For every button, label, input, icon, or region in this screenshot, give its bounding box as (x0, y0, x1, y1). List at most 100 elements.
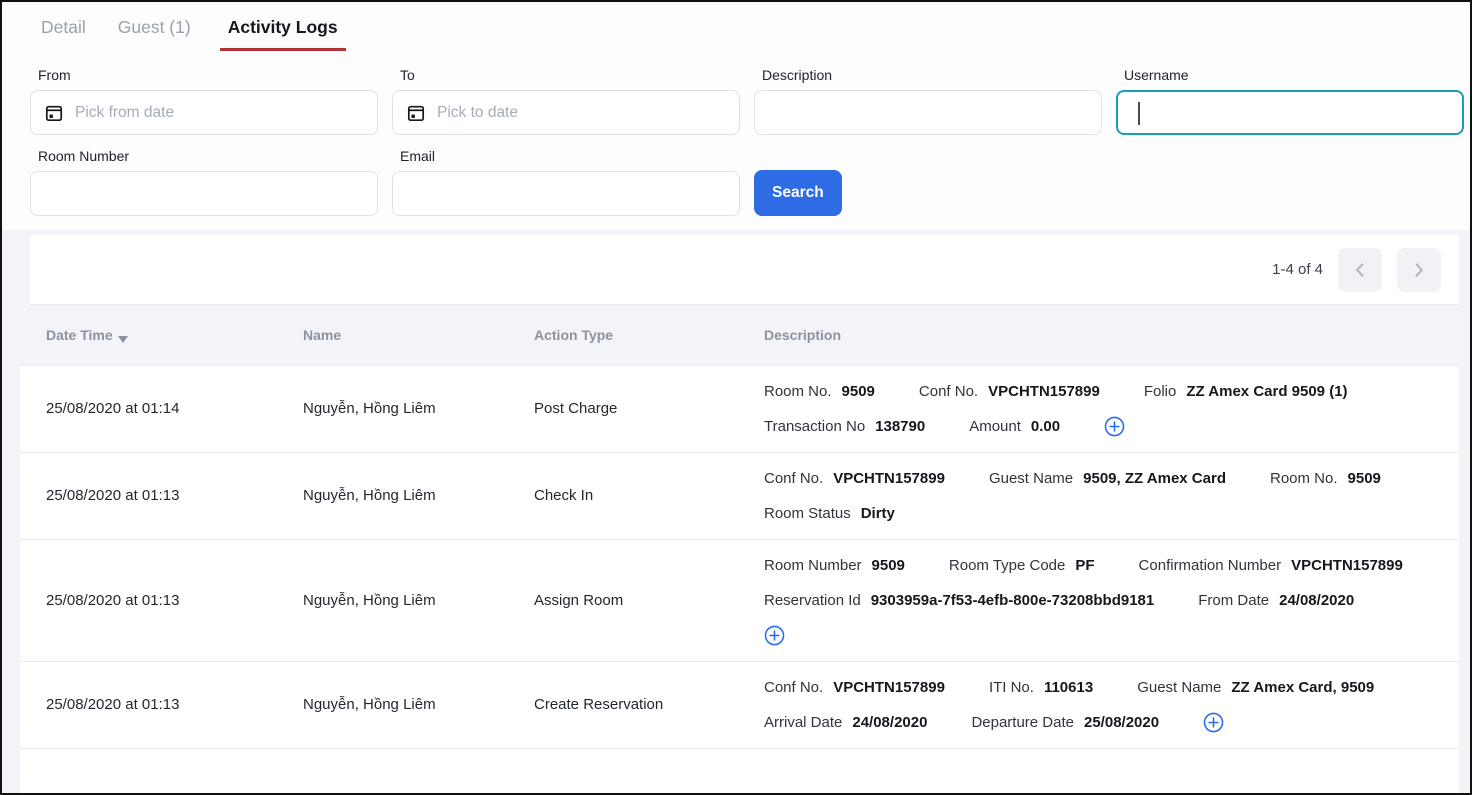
description-field: Room No. 9509 (764, 382, 875, 402)
prev-page-button[interactable] (1338, 248, 1382, 292)
table-row: 25/08/2020 at 01:13 Nguyễn, Hồng Liêm As… (20, 540, 1459, 662)
from-date-input[interactable] (30, 90, 378, 135)
column-header-description: Description (764, 327, 1443, 343)
description-field-label: Transaction No (764, 417, 865, 437)
cell-description: Room Number 9509 Room Type Code PF Confirmat… (764, 540, 1443, 661)
search-cell: Search (754, 148, 1102, 216)
to-label: To (400, 67, 740, 83)
cell-action-type: Assign Room (534, 591, 764, 611)
description-field-label: Guest Name (1137, 678, 1221, 698)
description-field-label: Conf No. (919, 382, 978, 402)
expand-plus-icon[interactable] (764, 625, 785, 646)
description-field-value: VPCHTN157899 (988, 382, 1100, 402)
calendar-icon (407, 104, 425, 122)
description-label: Description (762, 67, 1102, 83)
description-field: Room Type Code PF (949, 556, 1095, 576)
name-header-label: Name (303, 327, 341, 343)
description-line: Room Number 9509 Room Type Code PF Confirmat… (764, 548, 1443, 583)
to-date-field[interactable] (437, 91, 725, 134)
table-body: 25/08/2020 at 01:14 Nguyễn, Hồng Liêm Po… (20, 365, 1459, 793)
tab-guest[interactable]: Guest (1) (115, 17, 194, 51)
description-field-label: Room No. (1270, 469, 1338, 489)
sort-descending-icon (118, 331, 128, 347)
tab-activity-logs[interactable]: Activity Logs (220, 17, 346, 51)
next-page-button[interactable] (1397, 248, 1441, 292)
cell-action-type: Create Reservation (534, 695, 764, 715)
table-row: 25/08/2020 at 01:13 Nguyễn, Hồng Liêm Cr… (20, 662, 1459, 749)
description-field-label: Room Type Code (949, 556, 1065, 576)
filter-email: Email (392, 148, 740, 216)
description-field-label: Room No. (764, 382, 832, 402)
expand-plus-icon[interactable] (1203, 712, 1224, 733)
description-field-label: Arrival Date (764, 713, 842, 733)
description-field-value: 9509, ZZ Amex Card (1083, 469, 1226, 489)
description-line: Arrival Date 24/08/2020 Departure Date25/0… (764, 705, 1443, 740)
cell-description: Room No.9509Conf No.VPCHTN157899FolioZZ … (764, 366, 1443, 452)
description-field-label: From Date (1198, 591, 1269, 611)
room-number-input[interactable] (30, 171, 378, 216)
description-field: Guest Name ZZ Amex Card, 9509 (1137, 678, 1374, 698)
column-header-date-time[interactable]: Date Time (46, 324, 303, 347)
expand-plus-icon[interactable] (1104, 416, 1125, 437)
cell-date-time: 25/08/2020 at 01:13 (46, 486, 303, 506)
description-field-value: 24/08/2020 (852, 713, 927, 733)
table-toolbar: 1-4 of 4 (30, 235, 1459, 305)
from-label: From (38, 67, 378, 83)
cell-date-time: 25/08/2020 at 01:13 (46, 591, 303, 611)
description-field: Room Number 9509 (764, 556, 905, 576)
filter-username: Username (1116, 67, 1464, 135)
description-field-value: 0.00 (1031, 417, 1060, 437)
filter-room-number: Room Number (30, 148, 378, 216)
column-header-name: Name (303, 327, 534, 343)
description-field-value: ZZ Amex Card, 9509 (1231, 678, 1374, 698)
description-field: Confirmation NumberVPCHTN157899 (1139, 556, 1403, 576)
description-field-value: 24/08/2020 (1279, 591, 1354, 611)
description-line (764, 618, 1443, 653)
cell-name: Nguyễn, Hồng Liêm (303, 591, 534, 611)
calendar-icon (45, 104, 63, 122)
description-field-label: Room Number (764, 556, 862, 576)
chevron-right-icon (1410, 261, 1428, 279)
tab-bar: Detail Guest (1) Activity Logs (2, 2, 1470, 51)
description-field-value: 9509 (872, 556, 905, 576)
table-header: Date Time Name Action Type Description (20, 305, 1459, 365)
description-field-value: 9303959a-7f53-4efb-800e-73208bbd9181 (871, 591, 1155, 611)
filter-to: To (392, 67, 740, 135)
description-field-label: Guest Name (989, 469, 1073, 489)
username-input[interactable] (1116, 90, 1464, 135)
pagination-range: 1-4 of 4 (1272, 261, 1323, 278)
filter-panel: From To Descri (2, 51, 1470, 230)
description-field-value: 9509 (842, 382, 875, 402)
description-field-label: Conf No. (764, 469, 823, 489)
description-field: From Date 24/08/2020 (1198, 591, 1354, 611)
cell-description: Conf No.VPCHTN157899ITI No.110613Guest N… (764, 662, 1443, 748)
description-field: Conf No. VPCHTN157899 (919, 382, 1100, 402)
description-input[interactable] (754, 90, 1102, 135)
description-field: Amount0.00 (969, 417, 1060, 437)
search-button[interactable]: Search (754, 170, 842, 216)
description-field-value: VPCHTN157899 (1291, 556, 1403, 576)
cell-date-time: 25/08/2020 at 01:14 (46, 399, 303, 419)
filter-from: From (30, 67, 378, 135)
tab-detail[interactable]: Detail (38, 17, 89, 51)
action-type-header-label: Action Type (534, 327, 613, 343)
description-field-label: Reservation Id (764, 591, 861, 611)
activity-logs-section: 1-4 of 4 Date Time Name Action Type Desc… (2, 230, 1470, 793)
cell-name: Nguyễn, Hồng Liêm (303, 695, 534, 715)
cell-date-time: 25/08/2020 at 01:13 (46, 695, 303, 715)
email-input[interactable] (392, 171, 740, 216)
description-field: Arrival Date 24/08/2020 (764, 713, 927, 733)
description-field-value: PF (1075, 556, 1094, 576)
date-time-header-label: Date Time (46, 327, 113, 343)
description-field: Departure Date25/08/2020 (971, 713, 1159, 733)
description-line: Room StatusDirty (764, 496, 1443, 531)
from-date-field[interactable] (75, 91, 363, 134)
description-field: Room No.9509 (1270, 469, 1381, 489)
to-date-input[interactable] (392, 90, 740, 135)
chevron-left-icon (1351, 261, 1369, 279)
description-field-value: VPCHTN157899 (833, 678, 945, 698)
description-field: Reservation Id 9303959a-7f53-4efb-800e-73… (764, 591, 1154, 611)
username-field[interactable] (1132, 92, 1448, 133)
text-cursor (1138, 102, 1140, 125)
filter-description: Description (754, 67, 1102, 135)
